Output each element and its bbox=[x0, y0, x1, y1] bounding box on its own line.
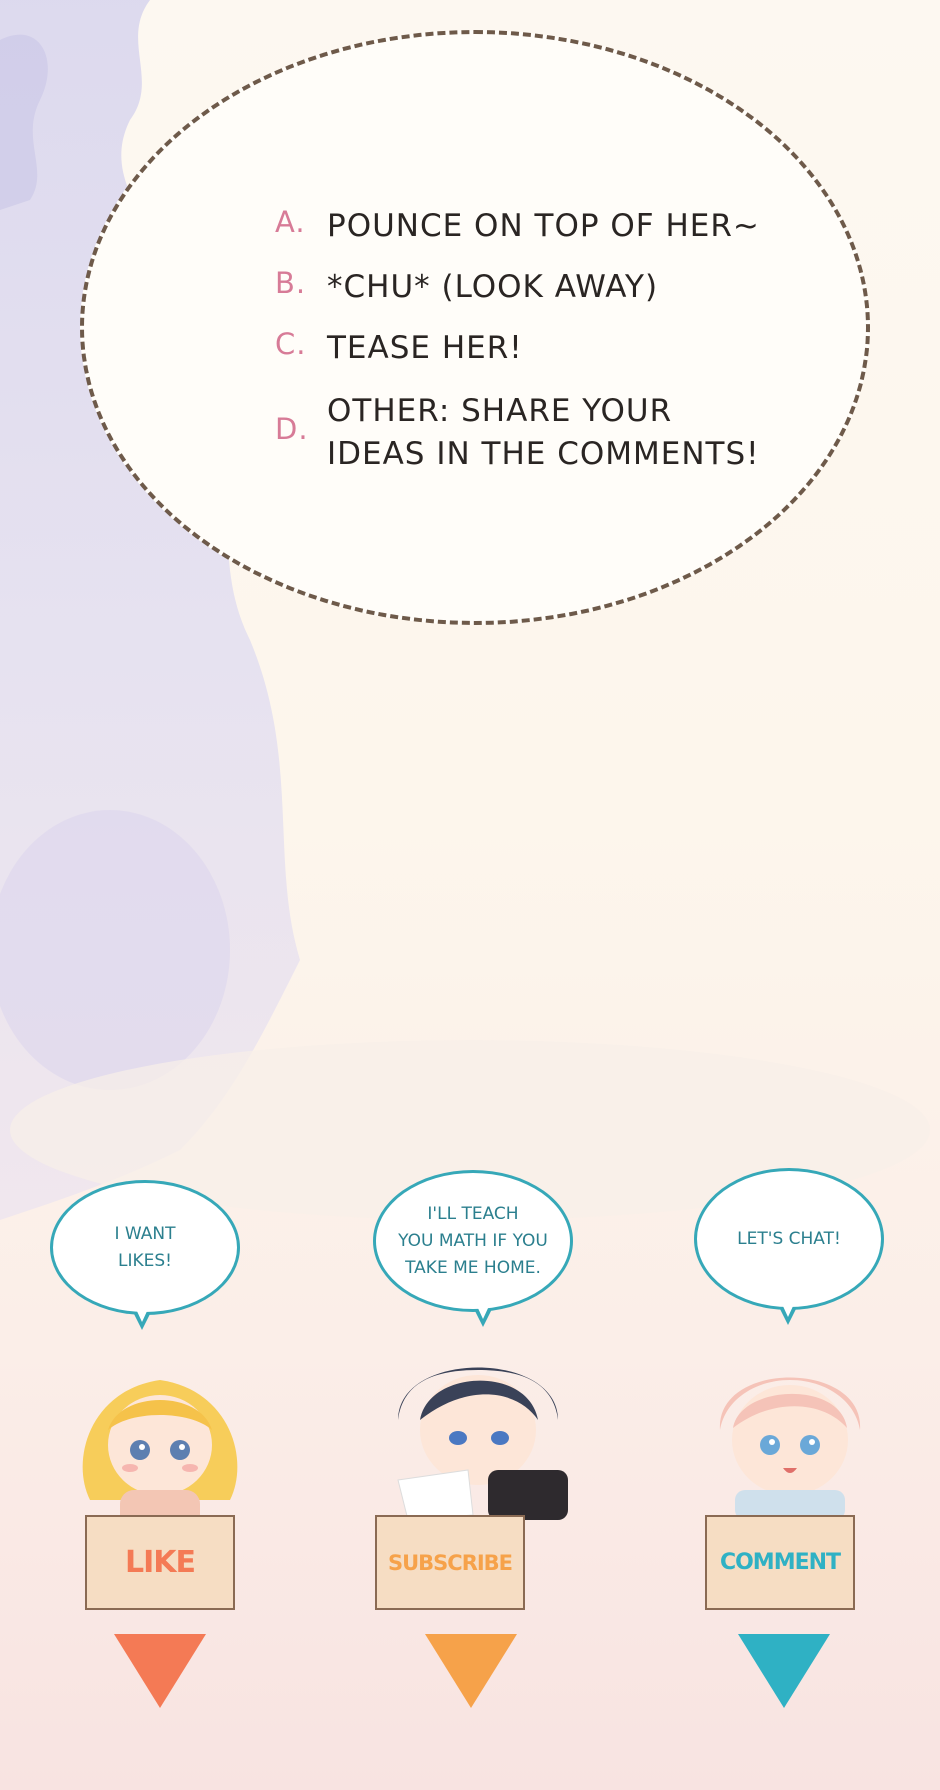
speech-text: LET'S CHAT! bbox=[737, 1228, 841, 1249]
option-text: TEASE HER! bbox=[327, 330, 523, 366]
chibi-pink-haired-boy bbox=[719, 1377, 861, 1520]
option-letter: D. bbox=[275, 412, 309, 446]
option-letter: C. bbox=[275, 327, 307, 361]
speech-text: I'LL TEACH YOU MATH IF YOU TAKE ME HOME. bbox=[398, 1203, 548, 1278]
chibi-blonde-girl bbox=[82, 1380, 238, 1530]
poll-option-c: C. TEASE HER! bbox=[275, 327, 523, 370]
chibi-dark-haired-boy bbox=[397, 1367, 568, 1520]
comment-box[interactable]: COMMENT bbox=[705, 1515, 855, 1610]
poll-option-d: D. OTHER: SHARE YOUR IDEAS IN THE COMMEN… bbox=[275, 390, 760, 476]
option-text: OTHER: SHARE YOUR IDEAS IN THE COMMENTS! bbox=[327, 393, 760, 472]
poll-option-b: B. *CHU* (LOOK AWAY) bbox=[275, 266, 658, 309]
option-letter: B. bbox=[275, 266, 307, 300]
poll-option-a: A. POUNCE ON TOP OF HER~ bbox=[275, 205, 760, 248]
comment-arrow-icon[interactable] bbox=[736, 1632, 832, 1710]
comment-button-label: COMMENT bbox=[719, 1550, 841, 1575]
speech-bubble-subscribe: I'LL TEACH YOU MATH IF YOU TAKE ME HOME. bbox=[373, 1170, 573, 1327]
option-text: POUNCE ON TOP OF HER~ bbox=[327, 208, 760, 244]
speech-bubble-like: I WANT LIKES! bbox=[50, 1180, 240, 1330]
speech-bubble-comment: LET'S CHAT! bbox=[694, 1168, 884, 1325]
option-letter: A. bbox=[275, 205, 306, 239]
like-arrow-icon[interactable] bbox=[112, 1632, 208, 1710]
speech-text: I WANT LIKES! bbox=[114, 1223, 176, 1271]
option-text: *CHU* (LOOK AWAY) bbox=[327, 269, 659, 305]
like-button-label: LIKE bbox=[124, 1545, 196, 1580]
subscribe-box[interactable]: SUBSCRIBE bbox=[375, 1515, 525, 1610]
subscribe-arrow-icon[interactable] bbox=[423, 1632, 519, 1710]
like-box[interactable]: LIKE bbox=[85, 1515, 235, 1610]
subscribe-button-label: SUBSCRIBE bbox=[387, 1550, 513, 1575]
